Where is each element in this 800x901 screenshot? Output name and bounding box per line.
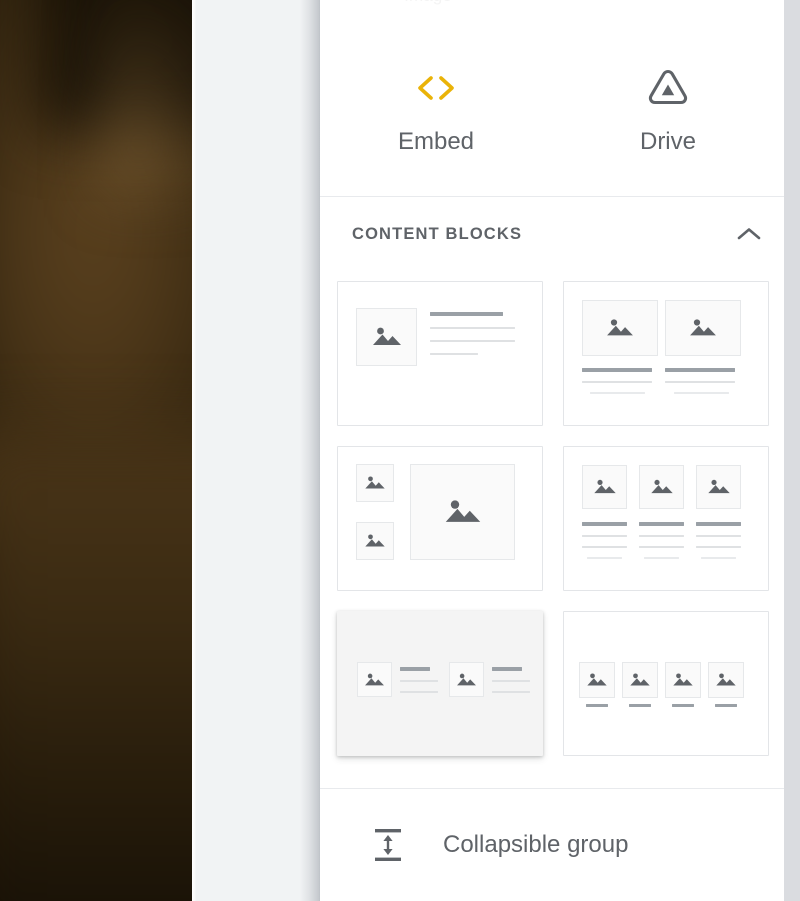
screen: Image Embed [0, 0, 800, 901]
page-title: CONTENT BLOCKS [352, 224, 523, 243]
image-placeholder-icon [696, 465, 741, 509]
partial-row-label: Image [328, 0, 528, 6]
image-placeholder-icon [708, 662, 744, 698]
source-option-embed[interactable]: Embed [320, 20, 552, 196]
image-placeholder-icon [639, 465, 684, 509]
content-block-option-two-images-two-captions[interactable] [563, 281, 769, 426]
image-placeholder-icon [356, 308, 417, 366]
drive-triangle-icon [643, 62, 693, 114]
content-blocks-row [337, 611, 784, 756]
image-placeholder-icon [579, 662, 615, 698]
image-placeholder-icon [449, 662, 484, 697]
image-placeholder-icon [410, 464, 515, 560]
content-block-option-four-thumbnails-row[interactable] [563, 611, 769, 756]
content-blocks-grid [337, 281, 784, 776]
content-block-option-two-small-one-large[interactable] [337, 446, 543, 591]
source-option-label: Embed [397, 128, 475, 155]
image-placeholder-icon [356, 464, 394, 502]
image-placeholder-icon [582, 465, 627, 509]
content-blocks-section-header[interactable]: CONTENT BLOCKS [320, 197, 784, 271]
partial-row-above: Image [320, 0, 784, 8]
image-placeholder-icon [356, 522, 394, 560]
chevron-up-icon[interactable] [732, 217, 766, 251]
content-block-option-three-columns-text[interactable] [563, 446, 769, 591]
content-block-option-two-thumbnails-inline-text[interactable] [337, 611, 543, 756]
source-option-drive[interactable]: Drive [552, 20, 784, 196]
collapsible-group-label: Collapsible group [443, 831, 629, 858]
collapse-vertical-icon [368, 825, 408, 865]
insert-side-panel: Image Embed [320, 0, 784, 901]
image-placeholder-icon [582, 300, 658, 356]
blurred-photo-backdrop [0, 0, 192, 901]
image-placeholder-icon [665, 662, 701, 698]
source-options-row: Embed Drive [320, 20, 784, 196]
content-blocks-row [337, 446, 784, 591]
surface-highlight-edge [192, 0, 196, 901]
image-placeholder-icon [622, 662, 658, 698]
image-placeholder-icon [357, 662, 392, 697]
panel-drop-shadow [300, 0, 320, 901]
collapsible-group-row[interactable]: Collapsible group [320, 789, 784, 901]
source-option-label: Drive [639, 128, 696, 155]
content-block-option-image-left-text-right[interactable] [337, 281, 543, 426]
content-blocks-row [337, 281, 784, 426]
vertical-scrollbar[interactable] [784, 0, 800, 901]
code-brackets-icon [413, 62, 459, 114]
image-placeholder-icon [665, 300, 741, 356]
